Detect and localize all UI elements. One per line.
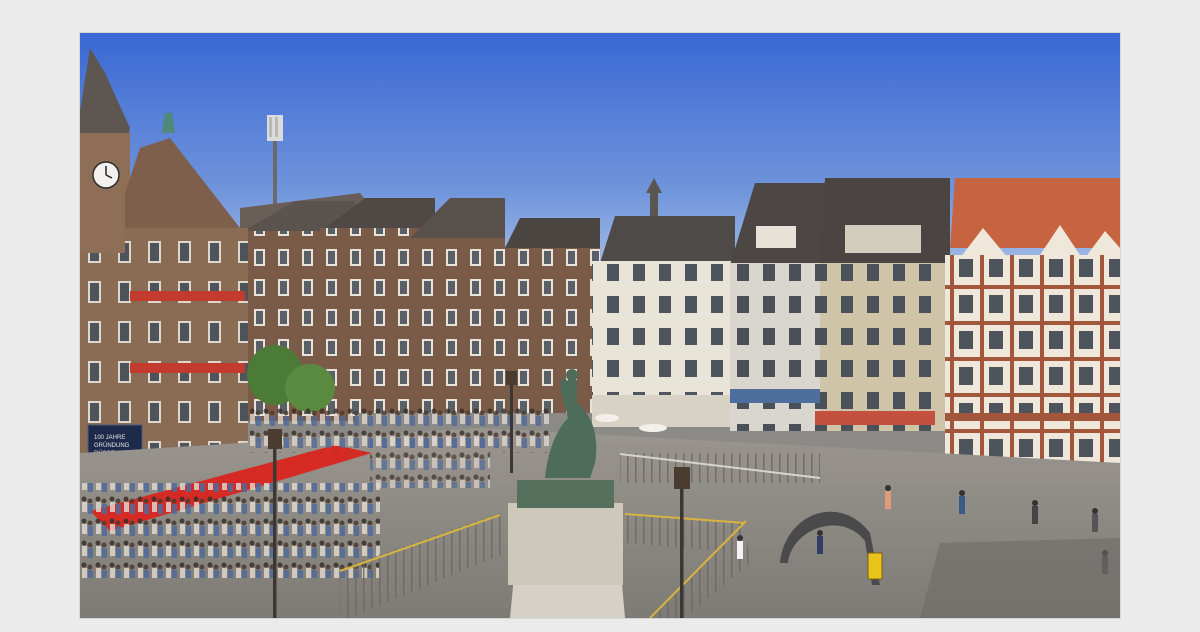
yellow-bin xyxy=(867,552,883,580)
crowd-center xyxy=(370,438,490,488)
building-grey-middle xyxy=(730,183,835,431)
building-cream-center xyxy=(592,216,735,427)
webcam-photo: 100 JAHRE GRÜNDUNG DÜSSELDORF xyxy=(80,33,1120,618)
building-beige xyxy=(815,178,950,431)
banner-line-2: GRÜNDUNG xyxy=(94,442,130,449)
banner-line-1: 100 JAHRE xyxy=(94,435,125,441)
shadow-right xyxy=(920,538,1120,618)
building-timbered-right xyxy=(945,178,1120,480)
crowd-left xyxy=(80,483,380,578)
